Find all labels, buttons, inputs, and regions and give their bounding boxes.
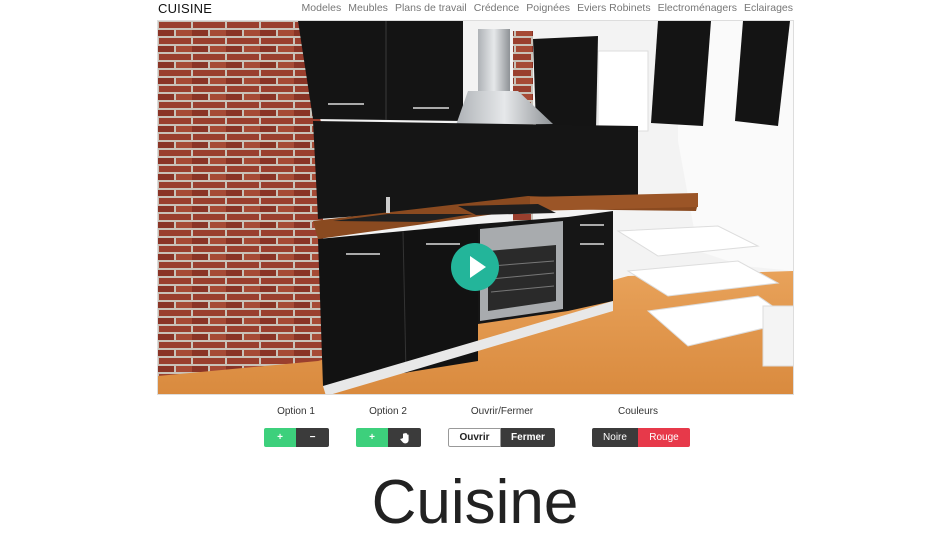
- main-menu: Modeles Meubles Plans de travail Crédenc…: [302, 2, 793, 14]
- option1-add-button[interactable]: +: [264, 428, 296, 447]
- option2-hand-button[interactable]: [388, 428, 421, 447]
- nav-electromenagers[interactable]: Electroménagers: [658, 2, 737, 14]
- brick-wall: [158, 21, 323, 394]
- open-button[interactable]: Ouvrir: [448, 428, 501, 447]
- option1-remove-button[interactable]: −: [296, 428, 329, 447]
- nav-meubles[interactable]: Meubles: [348, 2, 388, 14]
- nav-credence[interactable]: Crédence: [474, 2, 520, 14]
- nav-eclairages[interactable]: Eclairages: [744, 2, 793, 14]
- nav-eviers-robinets[interactable]: Eviers Robinets: [577, 2, 651, 14]
- kitchen-scene: [158, 21, 793, 394]
- base-cabinet-left: [318, 224, 478, 386]
- option2-label: Option 2: [369, 406, 407, 417]
- nav-poignees[interactable]: Poignées: [526, 2, 570, 14]
- option2-buttons: +: [356, 428, 421, 447]
- option2-add-button[interactable]: +: [356, 428, 388, 447]
- play-icon[interactable]: [451, 243, 499, 291]
- nav-modeles[interactable]: Modeles: [302, 2, 342, 14]
- color-buttons: Noire Rouge: [592, 428, 690, 447]
- brand-title[interactable]: CUISINE: [158, 1, 212, 16]
- doors-buttons: Ouvrir Fermer: [448, 428, 555, 447]
- page-title: Cuisine: [371, 468, 579, 537]
- top-navigation: CUISINE Modeles Meubles Plans de travail…: [0, 0, 950, 18]
- color-red-button[interactable]: Rouge: [638, 428, 690, 447]
- option1-buttons: + −: [264, 428, 329, 447]
- hand-icon: [399, 432, 409, 443]
- option1-label: Option 1: [277, 406, 315, 417]
- kitchen-3d-viewer[interactable]: [157, 20, 794, 395]
- colors-label: Couleurs: [617, 406, 659, 417]
- color-black-button[interactable]: Noire: [592, 428, 638, 447]
- doors-label: Ouvrir/Fermer: [470, 406, 534, 417]
- nav-plans-de-travail[interactable]: Plans de travail: [395, 2, 467, 14]
- upper-cabinet-left: [298, 21, 463, 121]
- upper-cabinet-right: [651, 21, 711, 126]
- close-button[interactable]: Fermer: [501, 428, 555, 447]
